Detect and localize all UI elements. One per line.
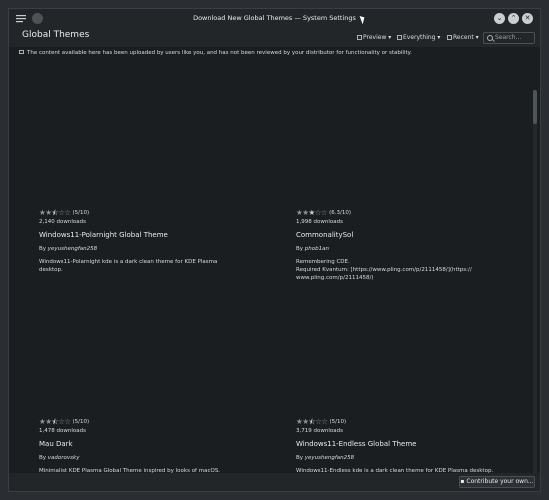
title-bar[interactable]: Download New Global Themes — System Sett… bbox=[9, 9, 540, 29]
chevron-down-icon: ▾ bbox=[386, 34, 392, 41]
sort-dropdown[interactable]: Recent ▾ bbox=[447, 32, 479, 43]
theme-name[interactable]: Mau Dark bbox=[39, 440, 279, 448]
rating: ★★⯪☆☆ (5/10) bbox=[39, 417, 279, 426]
author-name[interactable]: yeyushengfan258 bbox=[48, 246, 97, 252]
page-header: Global Themes Preview ▾ Everything ▾ Rec… bbox=[9, 29, 540, 47]
author-name[interactable]: yeyushengfan258 bbox=[305, 455, 354, 461]
preview-icon bbox=[357, 35, 362, 40]
preview-toggle[interactable]: Preview ▾ bbox=[357, 32, 391, 43]
close-icon: ✕ bbox=[524, 14, 531, 22]
sort-icon bbox=[447, 35, 452, 40]
notice-text: The content available here has been uplo… bbox=[27, 50, 412, 56]
download-count: 1,998 downloads bbox=[296, 219, 343, 225]
rating-text: (6.3/10) bbox=[329, 210, 352, 216]
search-icon bbox=[487, 35, 493, 41]
theme-author: By phob1an bbox=[296, 246, 536, 252]
theme-card[interactable]: ★★★☆☆ (6.3/10) 1,998 downloads Commonalit… bbox=[296, 208, 536, 282]
info-icon bbox=[19, 50, 24, 54]
download-count: 1,478 downloads bbox=[39, 428, 86, 434]
by-label: By bbox=[39, 455, 47, 461]
maximize-button[interactable]: ⌃ bbox=[508, 13, 519, 24]
star-rating-icon: ★★⯪☆☆ bbox=[39, 208, 71, 217]
chevron-down-icon: ▾ bbox=[473, 34, 479, 41]
close-button[interactable]: ✕ bbox=[522, 13, 533, 24]
search-input[interactable]: Search... bbox=[483, 32, 535, 44]
author-name[interactable]: phob1an bbox=[305, 246, 329, 252]
page-title: Global Themes bbox=[22, 30, 90, 40]
theme-description: Windows11-Polarnight kde is a dark clean… bbox=[39, 259, 218, 273]
theme-card[interactable]: ★★⯪☆☆ (5/10) 1,478 downloads Mau Dark By … bbox=[39, 417, 279, 475]
theme-description: Remembering CDE. Required Kvantum: [http… bbox=[296, 259, 472, 281]
rating-text: (5/10) bbox=[72, 419, 90, 425]
sort-label: Recent bbox=[453, 34, 474, 41]
star-rating-icon: ★★★☆☆ bbox=[296, 208, 328, 217]
by-label: By bbox=[39, 246, 47, 252]
star-rating-icon: ★★⯪☆☆ bbox=[39, 417, 71, 426]
rating-text: (5/10) bbox=[72, 210, 90, 216]
app-window: Download New Global Themes — System Sett… bbox=[8, 8, 541, 492]
minimize-button[interactable]: ⌄ bbox=[494, 13, 505, 24]
theme-card[interactable]: ★★⯪☆☆ (5/10) 3,719 downloads Windows11-En… bbox=[296, 417, 536, 475]
vertical-scrollbar[interactable] bbox=[533, 90, 537, 491]
star-rating-icon: ★★⯪☆☆ bbox=[296, 417, 328, 426]
search-placeholder: Search... bbox=[495, 34, 522, 41]
author-name[interactable]: vadorovsky bbox=[48, 455, 80, 461]
contribute-label: Contribute your own... bbox=[466, 478, 534, 485]
theme-grid[interactable]: The content available here has been uplo… bbox=[9, 47, 540, 491]
filter-dropdown[interactable]: Everything ▾ bbox=[397, 32, 440, 43]
rating: ★★★☆☆ (6.3/10) bbox=[296, 208, 536, 217]
theme-author: By yeyushengfan258 bbox=[296, 455, 536, 461]
rating: ★★⯪☆☆ (5/10) bbox=[296, 417, 536, 426]
warning-notice: The content available here has been uplo… bbox=[19, 50, 412, 56]
chevron-up-icon: ⌃ bbox=[510, 14, 517, 22]
window-title: Download New Global Themes — System Sett… bbox=[193, 14, 356, 22]
by-label: By bbox=[296, 455, 304, 461]
chevron-down-icon: ▾ bbox=[435, 34, 441, 41]
theme-author: By vadorovsky bbox=[39, 455, 279, 461]
scrollbar-thumb[interactable] bbox=[533, 90, 537, 124]
filter-label: Everything bbox=[403, 34, 436, 41]
theme-name[interactable]: Windows11-Polarnight Global Theme bbox=[39, 231, 279, 239]
preview-label: Preview bbox=[363, 34, 387, 41]
footer-bar: ▪ Contribute your own... bbox=[9, 473, 540, 491]
rating-text: (5/10) bbox=[329, 419, 347, 425]
rating: ★★⯪☆☆ (5/10) bbox=[39, 208, 279, 217]
contribute-button[interactable]: ▪ Contribute your own... bbox=[459, 476, 535, 488]
by-label: By bbox=[296, 246, 304, 252]
theme-name[interactable]: Windows11-Endless Global Theme bbox=[296, 440, 536, 448]
theme-card[interactable]: ★★⯪☆☆ (5/10) 2,140 downloads Windows11-Po… bbox=[39, 208, 279, 274]
download-count: 3,719 downloads bbox=[296, 428, 343, 434]
theme-name[interactable]: CommonalitySol bbox=[296, 231, 536, 239]
download-count: 2,140 downloads bbox=[39, 219, 86, 225]
filter-icon bbox=[397, 35, 402, 40]
chevron-down-icon: ⌄ bbox=[496, 14, 503, 22]
theme-author: By yeyushengfan258 bbox=[39, 246, 279, 252]
